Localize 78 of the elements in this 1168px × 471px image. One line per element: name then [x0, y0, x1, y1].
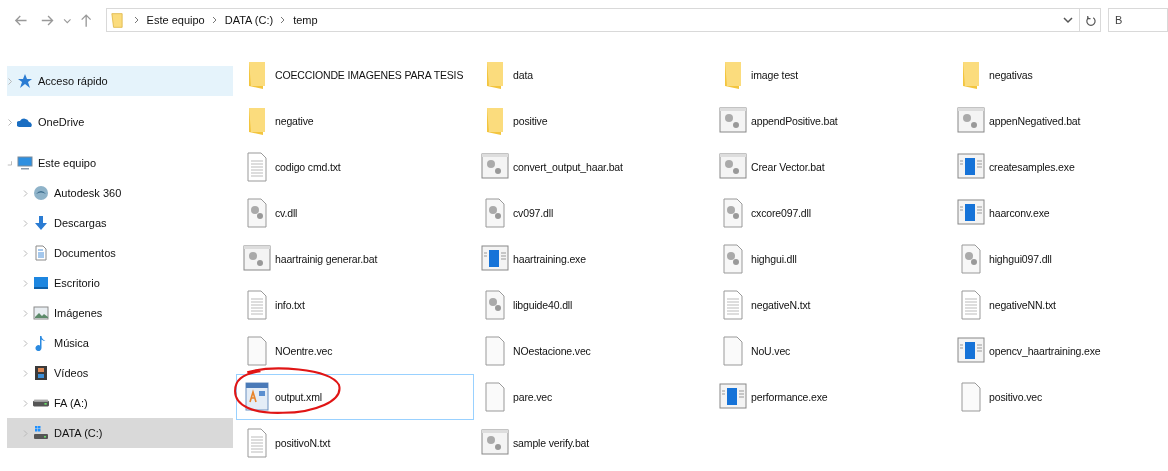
file-item[interactable]: positivo.vec [950, 374, 1168, 420]
collapsed-chevron-icon[interactable] [22, 189, 29, 197]
file-item[interactable]: createsamples.exe [950, 144, 1168, 190]
collapsed-chevron-icon[interactable] [22, 339, 29, 347]
dropdown-icon[interactable] [1063, 16, 1073, 24]
file-item[interactable]: codigo cmd.txt [236, 144, 474, 190]
nav-item[interactable]: Vídeos [7, 358, 233, 388]
file-item[interactable]: highgui.dll [712, 236, 950, 282]
file-item[interactable]: image test [712, 52, 950, 98]
nav-item[interactable]: FA (A:) [7, 388, 233, 418]
file-item[interactable]: cv.dll [236, 190, 474, 236]
file-item[interactable]: cv097.dll [474, 190, 712, 236]
nav-item[interactable]: Escritorio [7, 268, 233, 298]
collapsed-chevron-icon[interactable] [7, 118, 13, 126]
nav-item[interactable]: Música [7, 328, 233, 358]
breadcrumb[interactable]: Este equipo [146, 14, 205, 26]
nav-item[interactable]: OneDrive [7, 107, 233, 137]
chevron-right-icon[interactable] [210, 16, 219, 24]
file-item[interactable]: data [474, 52, 712, 98]
search-field[interactable]: B [1108, 8, 1168, 32]
swirl-icon [33, 185, 49, 201]
folder-icon [110, 11, 123, 29]
nav-item[interactable]: DATA (C:) [7, 418, 233, 448]
collapsed-chevron-icon[interactable] [22, 309, 29, 317]
file-item[interactable]: pare.vec [474, 374, 712, 420]
breadcrumb[interactable]: DATA (C:) [224, 14, 274, 26]
address-bar[interactable]: Este equipo DATA (C:) temp [105, 8, 1101, 32]
chevron-right-icon[interactable] [132, 16, 141, 24]
breadcrumb[interactable]: temp [293, 14, 318, 26]
file-item[interactable]: cxcore097.dll [712, 190, 950, 236]
collapsed-chevron-icon[interactable] [22, 249, 29, 257]
monitor-icon [17, 155, 33, 171]
file-item[interactable]: haartraining.exe [474, 236, 712, 282]
file-item[interactable]: appenNegatived.bat [950, 98, 1168, 144]
file-item[interactable]: negativeNN.txt [950, 282, 1168, 328]
drive-icon [33, 425, 49, 441]
file-item[interactable]: highgui097.dll [950, 236, 1168, 282]
collapsed-chevron-icon[interactable] [22, 399, 29, 407]
file-item[interactable]: convert_output_haar.bat [474, 144, 712, 190]
nav-item[interactable]: Imágenes [7, 298, 233, 328]
file-item[interactable]: haarconv.exe [950, 190, 1168, 236]
file-item[interactable]: negativeN.txt [712, 282, 950, 328]
nav-item[interactable]: Autodesk 360 [7, 178, 233, 208]
up-arrow-icon[interactable] [79, 12, 94, 28]
nav-item[interactable]: Descargas [7, 208, 233, 238]
image-icon [33, 305, 49, 321]
file-item[interactable]: negativas [950, 52, 1168, 98]
file-item[interactable]: opencv_haartraining.exe [950, 328, 1168, 374]
nav-item[interactable]: Documentos [7, 238, 233, 268]
file-item[interactable]: NOestacione.vec [474, 328, 712, 374]
refresh-icon [1084, 13, 1096, 27]
file-item[interactable]: NOentre.vec [236, 328, 474, 374]
desktop-icon [33, 275, 49, 291]
file-item[interactable]: libguide40.dll [474, 282, 712, 328]
film-icon [33, 365, 49, 381]
nav-item[interactable]: Acceso rápido [7, 66, 233, 96]
file-item[interactable]: info.txt [236, 282, 474, 328]
download-icon [33, 215, 49, 231]
nav-item[interactable]: Este equipo [7, 148, 233, 178]
collapsed-chevron-icon[interactable] [22, 219, 29, 227]
file-item[interactable]: performance.exe [712, 374, 950, 420]
collapsed-chevron-icon[interactable] [22, 369, 29, 377]
file-item[interactable]: haartrainig generar.bat [236, 236, 474, 282]
star-icon [17, 73, 33, 89]
file-item[interactable]: positive [474, 98, 712, 144]
file-item[interactable]: Crear Vector.bat [712, 144, 950, 190]
file-item[interactable]: positivoN.txt [236, 420, 474, 466]
file-item[interactable]: sample verify.bat [474, 420, 712, 466]
document-icon [33, 245, 49, 261]
file-item[interactable]: negative [236, 98, 474, 144]
collapsed-chevron-icon[interactable] [7, 77, 13, 85]
file-item[interactable]: output.xml [236, 374, 474, 420]
xml-file-icon [243, 381, 271, 413]
file-item[interactable]: COECCIONDE IMAGENES PARA TESIS [236, 52, 474, 98]
file-item[interactable]: appendPositive.bat [712, 98, 950, 144]
file-item[interactable]: NoU.vec [712, 328, 950, 374]
collapsed-chevron-icon[interactable] [22, 279, 29, 287]
expanded-chevron-icon[interactable] [7, 159, 13, 167]
